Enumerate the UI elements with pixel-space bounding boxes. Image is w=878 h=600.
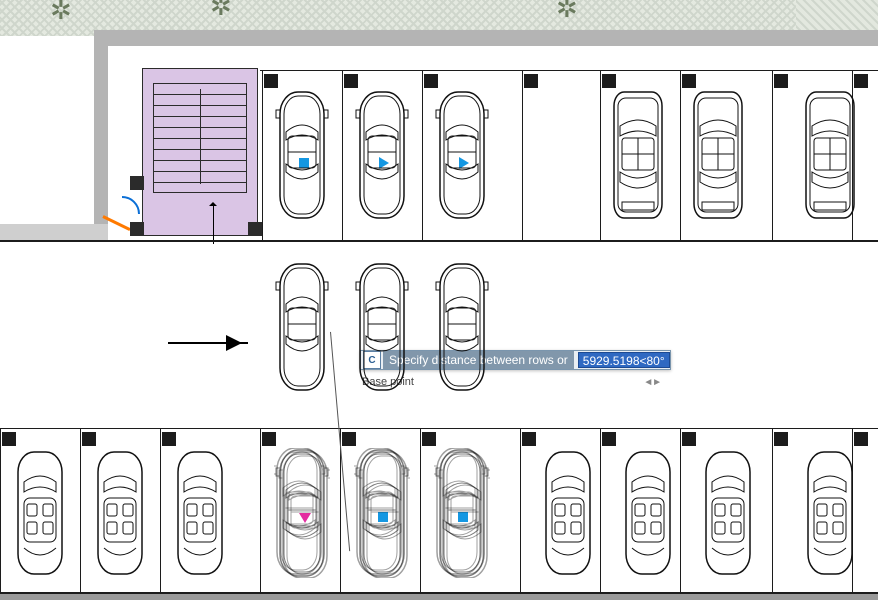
- car-block-sedan-preview[interactable]: [354, 448, 410, 578]
- stall-divider: [600, 428, 601, 592]
- stall-divider: [680, 428, 681, 592]
- command-input[interactable]: 5929.5198<80°: [578, 352, 670, 368]
- car-block-conv[interactable]: [12, 448, 68, 578]
- stall-divider: [160, 428, 161, 592]
- column-post: [774, 432, 788, 446]
- car-block-sedan-preview[interactable]: [434, 448, 490, 578]
- car-block-sedan[interactable]: [434, 90, 490, 220]
- column-post: [682, 74, 696, 88]
- stall-divider: [262, 70, 263, 240]
- car-block-conv[interactable]: [620, 448, 676, 578]
- column-post: [774, 74, 788, 88]
- column-post: [82, 432, 96, 446]
- column-post: [602, 432, 616, 446]
- car-block-sedan[interactable]: [354, 90, 410, 220]
- stall-divider: [0, 428, 1, 592]
- stall-divider: [772, 428, 773, 592]
- column-post: [264, 74, 278, 88]
- car-block-sedan[interactable]: [434, 262, 490, 392]
- stall-divider: [80, 428, 81, 592]
- stall-divider: [772, 70, 773, 240]
- building-wall-horizontal: [94, 30, 878, 46]
- column-post: [854, 74, 868, 88]
- stall-divider: [260, 428, 261, 592]
- cad-canvas[interactable]: ✲ ✲ ✲ C Specify distance between rows or…: [0, 0, 878, 599]
- car-block-conv[interactable]: [172, 448, 228, 578]
- column-post: [854, 432, 868, 446]
- stall-divider: [420, 428, 421, 592]
- car-block-conv[interactable]: [92, 448, 148, 578]
- column-post: [344, 74, 358, 88]
- nav-arrows-icon[interactable]: ◄ ►: [643, 377, 660, 388]
- stall-divider: [520, 428, 521, 592]
- column-post: [262, 432, 276, 446]
- column-post: [682, 432, 696, 446]
- column-post: [424, 74, 438, 88]
- stall-divider: [522, 70, 523, 240]
- column-post: [2, 432, 16, 446]
- car-block-suv[interactable]: [802, 90, 858, 220]
- column-post: [602, 74, 616, 88]
- stall-divider: [342, 70, 343, 240]
- car-block-sedan[interactable]: [354, 262, 410, 392]
- stall-divider: [600, 70, 601, 240]
- car-block-sedan[interactable]: [274, 90, 330, 220]
- car-block-sedan-preview[interactable]: [274, 448, 330, 578]
- car-block-conv[interactable]: [802, 448, 858, 578]
- stall-divider: [422, 70, 423, 240]
- car-block-sedan[interactable]: [274, 262, 330, 392]
- column-post: [162, 432, 176, 446]
- column-post: [522, 432, 536, 446]
- array-direction-arrow-icon: [168, 342, 248, 344]
- car-block-suv[interactable]: [690, 90, 746, 220]
- car-block-conv[interactable]: [700, 448, 756, 578]
- car-block-conv[interactable]: [540, 448, 596, 578]
- column-post: [342, 432, 356, 446]
- column-post: [524, 74, 538, 88]
- car-block-suv[interactable]: [610, 90, 666, 220]
- stall-divider: [680, 70, 681, 240]
- column-post: [422, 432, 436, 446]
